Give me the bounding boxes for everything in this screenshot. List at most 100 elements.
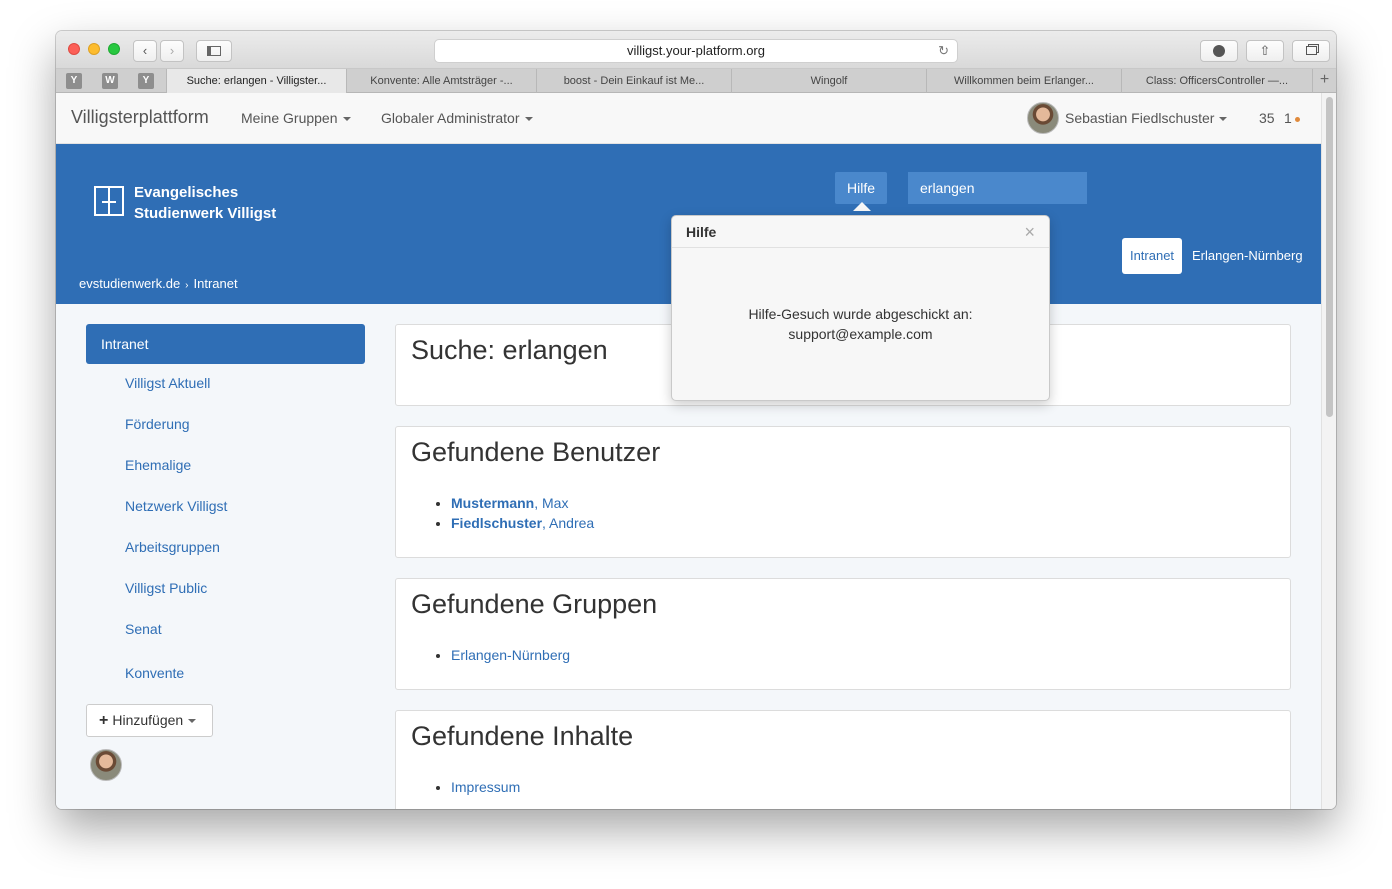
chevron-right-icon: › [169,43,175,58]
user-avatar[interactable] [1027,102,1059,134]
list-item: Impressum [451,777,520,797]
list-item: Erlangen-Nürnberg [451,645,570,665]
menu-label: Meine Gruppen [241,110,338,126]
notification-counter[interactable]: 1 [1284,110,1300,126]
help-popover: Hilfe × Hilfe-Gesuch wurde abgeschickt a… [671,215,1050,401]
site-logo[interactable]: Evangelisches Studienwerk Villigst [134,182,276,224]
user-link-fiedlschuster[interactable]: Fiedlschuster, Andrea [451,515,594,531]
share-icon: ⇧ [1259,43,1271,58]
popover-message: Hilfe-Gesuch wurde abgeschickt an: suppo… [672,304,1049,344]
tab-suche-erlangen[interactable]: Suche: erlangen - Villigster... [166,69,346,93]
user-menu[interactable]: Sebastian Fiedlschuster [1065,110,1228,126]
downloads-button[interactable] [1200,40,1238,62]
menu-globaler-administrator[interactable]: Globaler Administrator [381,110,533,126]
title-bar: ‹ › villigst.your-platform.org ↻ ⇧ [56,31,1336,69]
browser-window: ‹ › villigst.your-platform.org ↻ ⇧ Y W Y… [56,31,1336,809]
menu-label: Globaler Administrator [381,110,520,126]
content-link-impressum[interactable]: Impressum [451,779,520,795]
notification-dot-icon [1294,116,1300,122]
nav-pill-intranet[interactable]: Intranet [1122,238,1182,274]
cross-logo-icon [94,186,124,216]
close-icon[interactable]: × [1024,222,1035,243]
found-content-panel: Gefundene Inhalte Impressum [395,710,1291,809]
web-page: Villigsterplattform Meine Gruppen Global… [56,93,1321,809]
breadcrumb-separator: › [185,280,189,291]
sidebar-item-villigst-public[interactable]: Villigst Public [125,580,207,596]
tab-bar: Y W Y Suche: erlangen - Villigster... Ko… [56,69,1336,93]
sidebar-item-ehemalige[interactable]: Ehemalige [125,457,191,473]
tabs-overview-button[interactable] [1292,40,1330,62]
sidebar-item-intranet[interactable]: Intranet [86,324,365,364]
notification-count: 1 [1284,110,1292,126]
url-text: villigst.your-platform.org [627,43,765,58]
caret-down-icon [524,117,533,122]
user-first-name: , Max [534,495,569,511]
caret-down-icon [1219,117,1228,122]
sidebar-icon [207,46,221,56]
pinned-tab-3[interactable]: Y [138,73,154,89]
logo-line-1: Evangelisches [134,184,239,201]
address-bar[interactable]: villigst.your-platform.org ↻ [434,39,958,63]
download-icon [1213,45,1225,57]
user-last-name: Mustermann [451,495,535,511]
back-button[interactable]: ‹ [133,40,157,62]
caret-down-icon [188,719,197,724]
logo-line-2: Studienwerk Villigst [134,205,277,222]
page-scrollbar[interactable] [1321,93,1336,809]
tab-erlanger[interactable]: Willkommen beim Erlanger... [926,69,1121,93]
list-item: Fiedlschuster, Andrea [451,513,594,533]
breadcrumb-home[interactable]: evstudienwerk.de [79,276,180,291]
help-button[interactable]: Hilfe [835,172,887,204]
tab-wingolf[interactable]: Wingolf [731,69,926,93]
chevron-left-icon: ‹ [142,43,148,58]
popover-message-email: support@example.com [788,326,933,342]
share-button[interactable]: ⇧ [1246,40,1284,62]
tabs-icon [1305,46,1317,55]
brand-link[interactable]: Villigsterplattform [71,107,209,128]
group-link-erlangen-nuernberg[interactable]: Erlangen-Nürnberg [451,647,570,663]
forward-button[interactable]: › [160,40,184,62]
tab-officers-controller[interactable]: Class: OfficersController —... [1121,69,1312,93]
add-button-label: Hinzufügen [112,712,184,728]
found-content-list: Impressum [451,777,520,797]
sidebar-item-netzwerk-villigst[interactable]: Netzwerk Villigst [125,498,227,514]
user-first-name: , Andrea [542,515,595,531]
sidebar-item-senat[interactable]: Senat [125,621,162,637]
popover-title: Hilfe [672,216,1049,248]
pinned-tab-1[interactable]: Y [66,73,82,89]
found-users-panel: Gefundene Benutzer Mustermann, Max Fiedl… [395,426,1291,558]
list-item: Mustermann, Max [451,493,594,513]
user-link-mustermann[interactable]: Mustermann, Max [451,495,568,511]
user-name: Sebastian Fiedlschuster [1065,110,1215,126]
found-users-list: Mustermann, Max Fiedlschuster, Andrea [451,493,594,533]
pinned-tab-2[interactable]: W [102,73,118,89]
tab-boost[interactable]: boost - Dein Einkauf ist Me... [536,69,731,93]
sidebar-item-villigst-aktuell[interactable]: Villigst Aktuell [125,375,210,391]
minimize-window-button[interactable] [88,43,100,55]
found-content-heading: Gefundene Inhalte [411,721,634,751]
new-tab-button[interactable]: + [1312,69,1336,93]
found-users-heading: Gefundene Benutzer [411,437,661,467]
found-groups-panel: Gefundene Gruppen Erlangen-Nürnberg [395,578,1291,690]
scrollbar-thumb[interactable] [1326,97,1333,417]
plus-icon: + [99,712,109,729]
sidebar-item-konvente[interactable]: Konvente [125,665,184,681]
sidebar-item-foerderung[interactable]: Förderung [125,416,190,432]
sidebar-toggle-button[interactable] [196,40,232,62]
reload-icon[interactable]: ↻ [938,40,949,62]
counter-badge[interactable]: 35 [1259,110,1275,126]
found-groups-list: Erlangen-Nürnberg [451,645,570,665]
nav-pill-erlangen-nuernberg[interactable]: Erlangen-Nürnberg [1192,238,1303,274]
menu-meine-gruppen[interactable]: Meine Gruppen [241,110,351,126]
close-window-button[interactable] [68,43,80,55]
breadcrumb-intranet[interactable]: Intranet [194,276,238,291]
sidebar-item-arbeitsgruppen[interactable]: Arbeitsgruppen [125,539,220,555]
search-input[interactable] [908,172,1087,204]
add-button[interactable]: + Hinzufügen [86,704,213,737]
page-title: Suche: erlangen [411,335,608,365]
breadcrumb: evstudienwerk.de › Intranet [79,276,238,291]
sidebar-avatar[interactable] [90,749,122,781]
tab-konvente[interactable]: Konvente: Alle Amtsträger -... [346,69,536,93]
zoom-window-button[interactable] [108,43,120,55]
caret-down-icon [342,117,351,122]
